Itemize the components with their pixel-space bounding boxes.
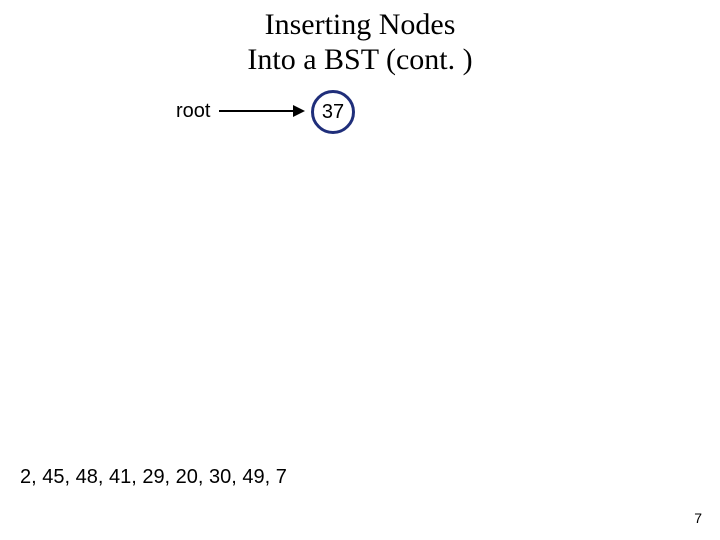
tree-node-value: 37 — [322, 101, 344, 124]
title-line-2: Into a BST (cont. ) — [247, 43, 472, 76]
insertion-sequence: 2, 45, 48, 41, 29, 20, 30, 49, 7 — [20, 466, 287, 489]
root-label: root — [176, 100, 210, 123]
page-number: 7 — [694, 510, 702, 526]
tree-node-root: 37 — [311, 90, 355, 134]
root-pointer-arrow — [219, 110, 303, 112]
title-line-1: Inserting Nodes — [265, 8, 456, 41]
slide-title: Inserting Nodes Into a BST (cont. ) — [0, 8, 720, 77]
